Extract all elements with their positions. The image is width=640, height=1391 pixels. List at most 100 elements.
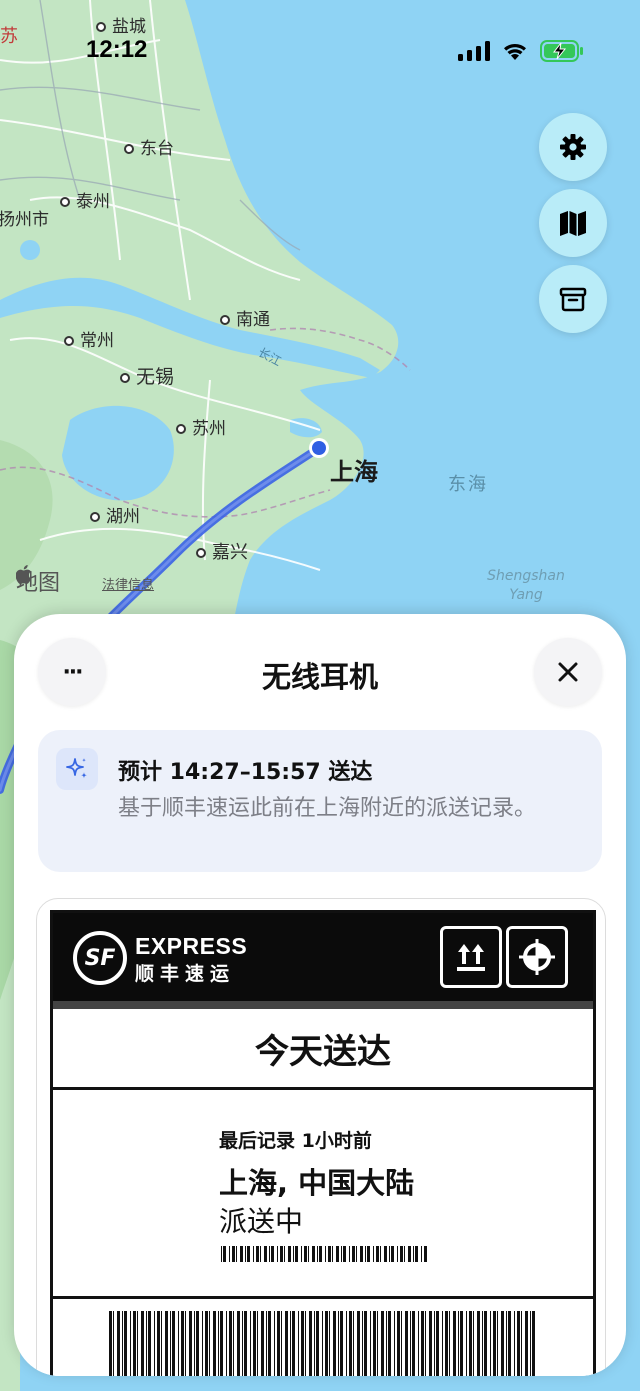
- barcode-area: [53, 1299, 593, 1376]
- city-shanghai[interactable]: 上海: [330, 452, 378, 487]
- barcode-bar: [343, 1246, 346, 1262]
- barcode-bar: [220, 1311, 223, 1376]
- barcode-bar: [117, 1311, 120, 1376]
- barcode-bar: [269, 1246, 270, 1262]
- barcode-bar: [373, 1246, 374, 1262]
- barcode-bar: [425, 1311, 426, 1376]
- city-yancheng[interactable]: 盐城: [96, 12, 146, 37]
- barcode-bar: [274, 1311, 275, 1376]
- up-arrows-symbol: [457, 944, 485, 971]
- barcode-bar: [253, 1311, 256, 1376]
- barcode-bar: [373, 1311, 376, 1376]
- barcode-bar: [508, 1311, 511, 1376]
- barcode-bar: [442, 1311, 443, 1376]
- mini-barcode: [221, 1246, 427, 1262]
- city-wuxi[interactable]: 无锡: [120, 362, 174, 389]
- barcode-bar: [418, 1311, 419, 1376]
- status-time: 12:12: [86, 36, 148, 63]
- label-strip: [53, 1001, 593, 1009]
- barcode-bar: [229, 1311, 232, 1376]
- eta-card: 预计 14:27–15:57 送达 基于顺丰速运此前在上海附近的派送记录。: [38, 730, 602, 872]
- barcode-bar: [304, 1246, 307, 1262]
- barcode-bar: [332, 1246, 333, 1262]
- barcode-bar: [404, 1246, 405, 1262]
- city-jiaxing[interactable]: 嘉兴: [196, 538, 248, 564]
- barcode-bar: [308, 1246, 309, 1262]
- city-name: 苏州: [192, 419, 226, 439]
- barcode-bar: [130, 1311, 131, 1376]
- barcode-bar: [340, 1311, 343, 1376]
- city-huzhou[interactable]: 湖州: [90, 502, 140, 527]
- city-dongtai[interactable]: 东台: [124, 134, 174, 159]
- delivery-state: 派送中: [219, 1205, 304, 1238]
- city-taizhou[interactable]: 泰州: [60, 187, 110, 212]
- barcode-bar: [388, 1311, 391, 1376]
- barcode-bar: [445, 1311, 448, 1376]
- barcode-bar: [353, 1311, 354, 1376]
- barcode-bar: [170, 1311, 171, 1376]
- barcode-bar: [209, 1311, 210, 1376]
- gear-icon: [560, 134, 586, 160]
- city-name: 无锡: [136, 366, 175, 388]
- barcode-bar: [266, 1311, 267, 1376]
- eta-icon-box: [56, 748, 98, 790]
- eta-title: 预计 14:27–15:57 送达: [118, 760, 373, 785]
- barcode-bar: [460, 1311, 463, 1376]
- barcode-bar: [506, 1311, 507, 1376]
- barcode-bar: [264, 1246, 267, 1262]
- barcode-bar: [482, 1311, 483, 1376]
- barcode-bar: [466, 1311, 467, 1376]
- archive-button[interactable]: [539, 265, 607, 333]
- barcode-bar: [338, 1311, 339, 1376]
- barcode-bar: [236, 1246, 237, 1262]
- barcode-bar: [346, 1311, 347, 1376]
- barcode-bar: [122, 1311, 123, 1376]
- wifi-icon: [504, 44, 526, 60]
- barcode-bar: [328, 1246, 331, 1262]
- barcode-bar: [397, 1246, 398, 1262]
- barcode-bar: [301, 1311, 304, 1376]
- city-suzhou[interactable]: 苏州: [176, 414, 226, 439]
- city-dot-icon: [90, 512, 100, 522]
- settings-button[interactable]: [539, 113, 607, 181]
- barcode-bar: [501, 1311, 504, 1376]
- barcode-bar: [394, 1311, 395, 1376]
- barcode-bar: [113, 1311, 114, 1376]
- city-name: 泰州: [76, 192, 110, 212]
- barcode-bar: [194, 1311, 195, 1376]
- barcode-bar: [377, 1311, 378, 1376]
- city-dot-icon: [120, 372, 130, 383]
- brand-cn: 顺丰速运: [135, 963, 236, 985]
- barcode-bar: [413, 1246, 414, 1262]
- city-dot-icon: [60, 197, 70, 207]
- map-icon: [560, 211, 586, 236]
- city-changzhou[interactable]: 常州: [64, 326, 114, 351]
- city-name: 南通: [236, 310, 270, 330]
- barcode-bar: [154, 1311, 155, 1376]
- city-nantong[interactable]: 南通: [220, 305, 270, 330]
- barcode-bar: [473, 1311, 474, 1376]
- city-yangzhou[interactable]: 扬州市: [0, 205, 49, 230]
- barcode-bar: [405, 1311, 408, 1376]
- package-detail-sheet[interactable]: ··· 无线耳机 预计 14:27–15:57 送达 基于顺丰速运此前在上海附近…: [14, 614, 626, 1376]
- barcode-bar: [223, 1246, 226, 1262]
- barcode-bar: [237, 1311, 240, 1376]
- barcode-bar: [349, 1311, 352, 1376]
- close-button[interactable]: [534, 638, 602, 706]
- barcode-bar: [240, 1246, 243, 1262]
- barcode-bar: [309, 1311, 312, 1376]
- barcode-bar: [429, 1311, 432, 1376]
- barcode-bar: [280, 1246, 283, 1262]
- legal-link[interactable]: 法律信息: [102, 574, 154, 593]
- map-mode-button[interactable]: [539, 189, 607, 257]
- barcode-bar: [370, 1311, 371, 1376]
- tracking-info: 最后记录 1小时前 上海, 中国大陆 派送中: [53, 1090, 593, 1299]
- barcode-bar: [268, 1311, 271, 1376]
- barcode-bar: [161, 1311, 162, 1376]
- barcode-bar: [314, 1311, 315, 1376]
- barcode-bar: [260, 1246, 261, 1262]
- barcode-bar: [352, 1246, 355, 1262]
- barcode-bar: [233, 1311, 234, 1376]
- barcode-bar: [319, 1246, 322, 1262]
- barcode-bar: [367, 1246, 370, 1262]
